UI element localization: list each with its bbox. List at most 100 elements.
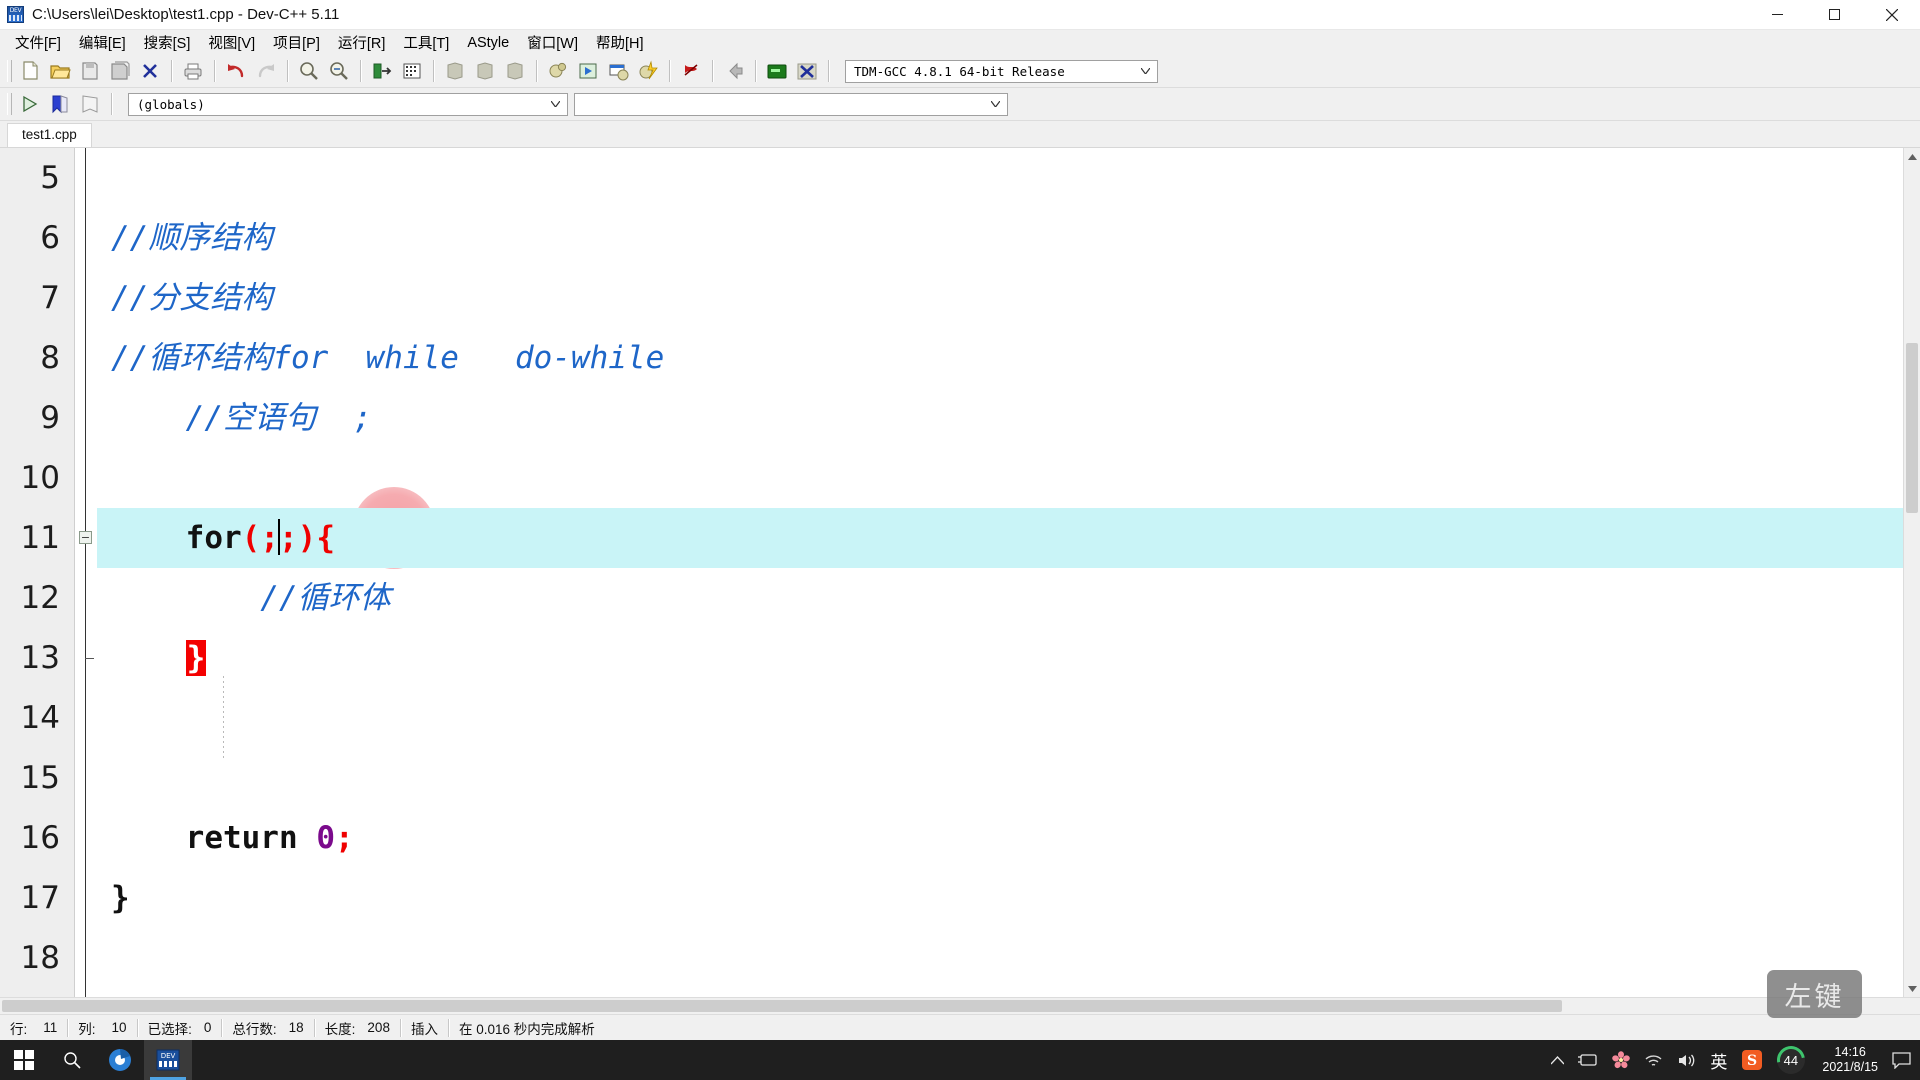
- code-token: //分支结构: [111, 280, 272, 316]
- menu-help[interactable]: 帮助[H]: [587, 30, 653, 55]
- goto-function-icon[interactable]: [400, 59, 424, 83]
- compile-run-icon[interactable]: [606, 59, 630, 83]
- editor-vertical-scrollbar[interactable]: [1903, 148, 1920, 997]
- code-line[interactable]: [97, 928, 1903, 988]
- menu-astyle[interactable]: AStyle: [458, 33, 518, 53]
- code-line[interactable]: //顺序结构: [97, 208, 1903, 268]
- windows-start-icon[interactable]: [0, 1040, 48, 1080]
- code-token: [111, 820, 186, 856]
- menu-project[interactable]: 项目[P]: [264, 30, 329, 55]
- tray-device-icon[interactable]: [1571, 1040, 1605, 1080]
- save-icon[interactable]: [78, 59, 102, 83]
- profile-icon[interactable]: [765, 59, 789, 83]
- open-folder-icon[interactable]: [48, 59, 72, 83]
- status-parse-time: 在 0.016 秒内完成解析: [449, 1015, 605, 1041]
- code-line[interactable]: [97, 748, 1903, 808]
- compile-icon[interactable]: [546, 59, 570, 83]
- line-number: 17: [21, 868, 60, 928]
- compiler-select[interactable]: TDM-GCC 4.8.1 64-bit Release: [845, 60, 1158, 83]
- toolbar-grip[interactable]: [7, 60, 12, 82]
- rebuild-icon[interactable]: [636, 59, 660, 83]
- editor-horizontal-scrollbar[interactable]: [0, 997, 1920, 1014]
- battery-indicator[interactable]: 44: [1770, 1040, 1812, 1080]
- toggle-bookmark-icon[interactable]: [48, 92, 72, 116]
- code-line[interactable]: //分支结构: [97, 268, 1903, 328]
- menu-tools[interactable]: 工具[T]: [394, 30, 458, 55]
- stop-icon[interactable]: [679, 59, 703, 83]
- menu-window[interactable]: 窗口[W]: [518, 30, 587, 55]
- close-button[interactable]: [1863, 0, 1920, 30]
- status-row-value: 11: [43, 1020, 57, 1035]
- menu-search[interactable]: 搜索[S]: [135, 30, 200, 55]
- tray-chevron-up-icon[interactable]: [1544, 1040, 1571, 1080]
- chevron-down-icon[interactable]: [1137, 61, 1154, 82]
- goto-line-icon[interactable]: [370, 59, 394, 83]
- tray-flower-icon[interactable]: [1605, 1040, 1637, 1080]
- taskbar-devcpp[interactable]: DEV: [144, 1040, 192, 1080]
- minimize-button[interactable]: [1749, 0, 1806, 30]
- maximize-button[interactable]: [1806, 0, 1863, 30]
- code-line[interactable]: [97, 148, 1903, 208]
- code-line[interactable]: return 0;: [97, 808, 1903, 868]
- delete-icon[interactable]: [795, 59, 819, 83]
- project-new-icon[interactable]: [443, 59, 467, 83]
- horizontal-scroll-thumb[interactable]: [2, 1000, 1562, 1012]
- taskbar-browser[interactable]: [96, 1040, 144, 1080]
- code-token: [298, 820, 317, 856]
- debug-step-icon[interactable]: [722, 59, 746, 83]
- run-icon[interactable]: [576, 59, 600, 83]
- code-line[interactable]: //空语句 ;: [97, 388, 1903, 448]
- taskbar-clock[interactable]: 14:16 2021/8/15: [1812, 1040, 1888, 1080]
- code-folding-column[interactable]: −: [75, 148, 97, 997]
- code-line[interactable]: [97, 688, 1903, 748]
- goto-bookmark-icon[interactable]: [78, 92, 102, 116]
- insert-icon[interactable]: [18, 92, 42, 116]
- code-line[interactable]: //循环体: [97, 568, 1903, 628]
- line-number: 12: [21, 568, 60, 628]
- save-all-icon[interactable]: [108, 59, 132, 83]
- scroll-up-arrow[interactable]: [1904, 148, 1920, 165]
- code-line-active[interactable]: for(;;){: [97, 508, 1903, 568]
- find-icon[interactable]: [297, 59, 321, 83]
- undo-icon[interactable]: [224, 59, 248, 83]
- chevron-down-icon[interactable]: [547, 94, 564, 115]
- code-line[interactable]: }: [97, 868, 1903, 928]
- scroll-down-arrow[interactable]: [1904, 980, 1920, 997]
- menu-edit[interactable]: 编辑[E]: [70, 30, 135, 55]
- code-token: ;: [260, 520, 279, 556]
- tray-wifi-icon[interactable]: [1637, 1040, 1670, 1080]
- find-replace-icon[interactable]: [327, 59, 351, 83]
- notification-icon[interactable]: [1888, 1040, 1914, 1080]
- toolbar-separator: [171, 60, 172, 82]
- toolbar-grip[interactable]: [7, 93, 12, 115]
- status-selected: 已选择: 0: [138, 1015, 222, 1041]
- tray-ime-icon[interactable]: 英: [1703, 1040, 1734, 1080]
- redo-icon[interactable]: [254, 59, 278, 83]
- project-open-icon[interactable]: [473, 59, 497, 83]
- code-token: //顺序结构: [111, 220, 272, 256]
- new-file-icon[interactable]: [18, 59, 42, 83]
- code-token: return: [186, 820, 298, 856]
- vertical-scroll-thumb[interactable]: [1906, 343, 1918, 513]
- toolbar-primary: TDM-GCC 4.8.1 64-bit Release: [0, 55, 1920, 88]
- member-select[interactable]: [574, 93, 1008, 116]
- menu-file[interactable]: 文件[F]: [6, 30, 70, 55]
- code-text-area[interactable]: //顺序结构 //分支结构 //循环结构for while do-while //空…: [97, 148, 1903, 997]
- toolbar-separator: [111, 93, 112, 115]
- code-line[interactable]: //循环结构for while do-while: [97, 328, 1903, 388]
- close-file-icon[interactable]: [138, 59, 162, 83]
- tab-test1-cpp[interactable]: test1.cpp: [7, 123, 92, 147]
- chevron-down-icon[interactable]: [987, 94, 1004, 115]
- code-line[interactable]: [97, 448, 1903, 508]
- search-icon[interactable]: [48, 1040, 96, 1080]
- tray-volume-icon[interactable]: [1670, 1040, 1703, 1080]
- tray-sogou-icon[interactable]: S: [1734, 1040, 1770, 1080]
- code-line[interactable]: }: [97, 628, 1903, 688]
- menu-view[interactable]: 视图[V]: [199, 30, 264, 55]
- print-icon[interactable]: [181, 59, 205, 83]
- line-number: 15: [21, 748, 60, 808]
- scope-select[interactable]: (globals): [128, 93, 568, 116]
- project-save-icon[interactable]: [503, 59, 527, 83]
- menu-run[interactable]: 运行[R]: [329, 30, 395, 55]
- fold-collapse-icon[interactable]: −: [79, 531, 92, 544]
